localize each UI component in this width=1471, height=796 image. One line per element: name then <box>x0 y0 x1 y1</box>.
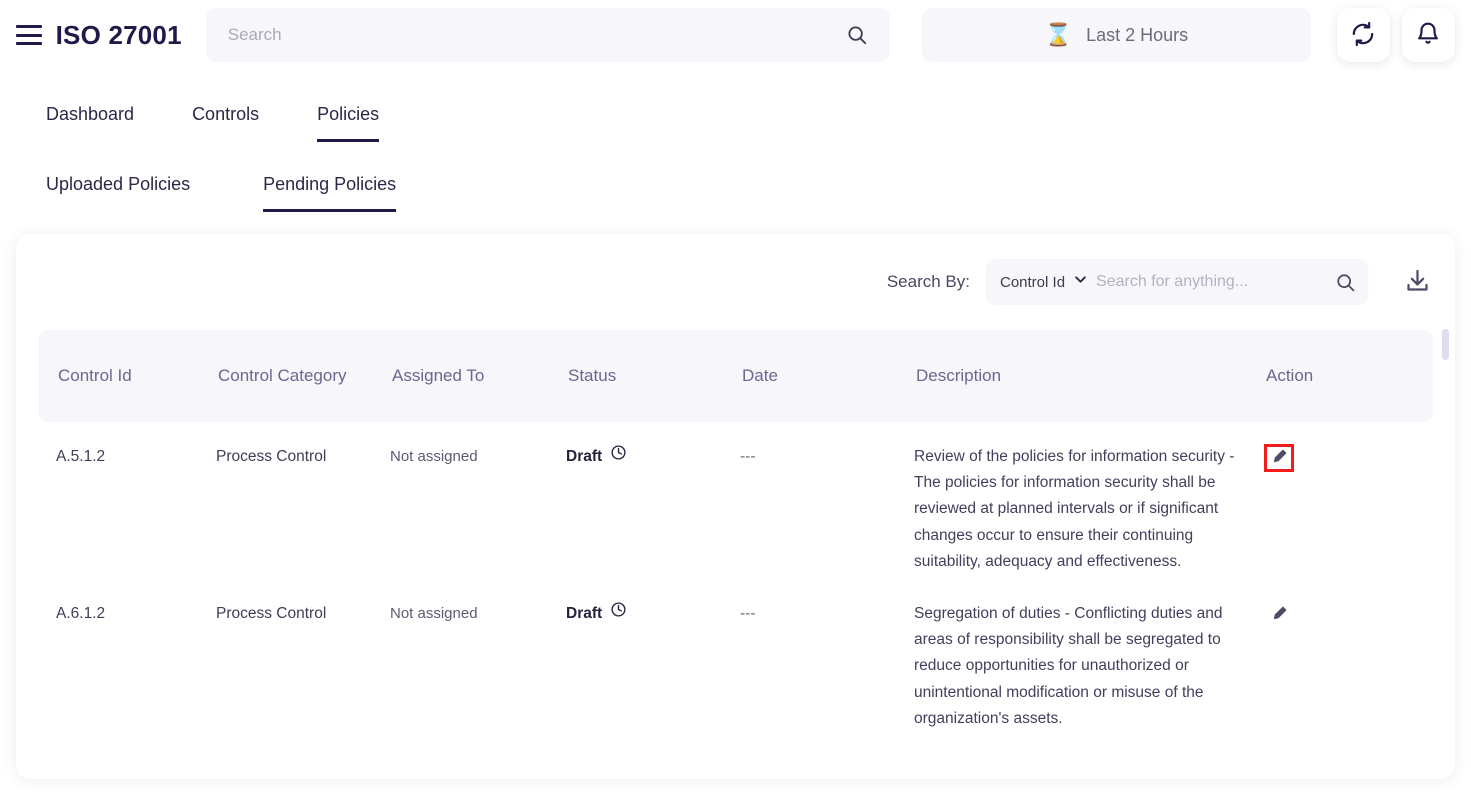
edit-policy-button[interactable] <box>1264 601 1294 629</box>
search-by-dropdown[interactable]: Control Id <box>1000 272 1088 292</box>
tab-dashboard[interactable]: Dashboard <box>46 104 134 142</box>
cell-control-category: Process Control <box>216 605 327 623</box>
search-by-label: Search By: <box>886 272 970 291</box>
cell-control-id: A.5.1.2 <box>56 448 106 465</box>
cell-control-category: Process Control <box>216 448 327 465</box>
cell-date: --- <box>740 605 756 623</box>
table-scrollbar[interactable] <box>1442 326 1449 774</box>
download-button[interactable] <box>1404 267 1431 297</box>
tab-controls[interactable]: Controls <box>192 104 259 142</box>
column-header-date: Date <box>742 366 778 385</box>
clock-icon <box>610 444 627 470</box>
search-icon[interactable] <box>846 24 868 46</box>
cell-description: Review of the policies for information s… <box>914 448 1235 570</box>
table-search-input[interactable] <box>1096 273 1327 291</box>
policies-card: Search By: Control Id Search for anythin… <box>16 234 1455 779</box>
tab-uploaded-policies[interactable]: Uploaded Policies <box>46 174 190 212</box>
column-header-action: Action <box>1266 366 1314 385</box>
page-title: ISO 27001 <box>55 19 182 50</box>
table-search-icon[interactable] <box>1335 272 1356 293</box>
status-badge: Draft <box>566 448 603 465</box>
tab-policies[interactable]: Policies <box>317 104 380 142</box>
primary-tabs: Dashboard Controls Policies <box>0 104 1471 142</box>
hourglass-icon: ⌛ <box>1044 22 1073 47</box>
global-search[interactable] <box>205 8 891 62</box>
column-header-status: Status <box>568 366 617 385</box>
hamburger-menu-icon[interactable] <box>16 25 42 45</box>
column-header-description: Description <box>916 366 1002 385</box>
cell-description: Segregation of duties - Conflicting duti… <box>914 605 1223 727</box>
column-header-control-category: Control Category <box>218 366 347 385</box>
cell-status: Draft <box>560 444 734 470</box>
column-header-assigned-to: Assigned To <box>392 366 485 385</box>
search-input[interactable] <box>227 25 847 45</box>
download-icon <box>1404 267 1431 297</box>
table-toolbar: Search By: Control Id <box>36 234 1435 330</box>
table-row[interactable]: A.6.1.2 Process Control Not assigned Dra… <box>36 575 1435 732</box>
table-header-row: Control Id Control Category Assigned To … <box>38 330 1433 422</box>
edit-pencil-icon <box>1271 448 1288 468</box>
refresh-icon <box>1350 21 1376 50</box>
search-by-dropdown-value: Control Id <box>1000 273 1066 291</box>
cell-assigned-to: Not assigned <box>390 448 478 465</box>
column-header-control-id: Control Id <box>58 366 132 385</box>
cell-action <box>1258 601 1388 629</box>
edit-pencil-icon <box>1271 605 1288 625</box>
cell-control-id: A.6.1.2 <box>56 605 106 623</box>
table-search-box: Control Id <box>986 259 1368 305</box>
clock-icon <box>610 601 627 627</box>
notifications-button[interactable] <box>1401 8 1455 62</box>
date-range-label: Last 2 Hours <box>1086 24 1189 45</box>
table-scrollbar-thumb[interactable] <box>1442 329 1449 360</box>
cell-date: --- <box>740 448 756 465</box>
status-badge: Draft <box>566 605 603 623</box>
bell-icon <box>1415 21 1441 50</box>
secondary-tabs: Uploaded Policies Pending Policies <box>0 174 1471 212</box>
app-header: ISO 27001 ⌛ Last 2 Hours <box>0 0 1471 70</box>
cell-status: Draft <box>560 601 734 627</box>
date-range-selector[interactable]: ⌛ Last 2 Hours <box>922 8 1311 62</box>
edit-policy-button[interactable] <box>1264 444 1294 472</box>
refresh-button[interactable] <box>1336 8 1390 62</box>
cell-assigned-to: Not assigned <box>390 605 478 623</box>
cell-action <box>1258 444 1388 472</box>
tab-pending-policies[interactable]: Pending Policies <box>263 174 397 212</box>
chevron-down-icon <box>1073 272 1088 292</box>
table-row[interactable]: A.5.1.2 Process Control Not assigned Dra… <box>36 422 1435 575</box>
